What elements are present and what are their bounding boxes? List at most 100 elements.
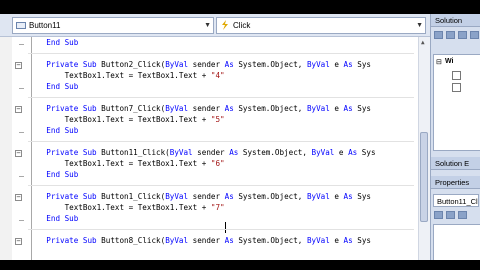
keyword-token: ByVal xyxy=(306,60,330,69)
code-token: Sys xyxy=(352,192,371,201)
keyword-token: ByVal xyxy=(311,148,335,157)
code-token: System.Object, xyxy=(233,104,307,113)
string-token: "4" xyxy=(210,71,225,80)
keyword-token: ByVal xyxy=(165,104,189,113)
properties-title: Properties xyxy=(431,176,480,189)
file-icon[interactable] xyxy=(452,83,461,92)
categorized-icon[interactable] xyxy=(434,211,443,219)
code-token: System.Object, xyxy=(233,236,307,245)
code-token: Button7_Click( xyxy=(101,104,166,113)
keyword-token: As xyxy=(343,192,353,201)
code-line[interactable]: TextBox1.Text = TextBox1.Text + "7" xyxy=(28,203,225,213)
code-token: Button11_Click( xyxy=(101,148,170,157)
code-token: Button2_Click( xyxy=(101,60,166,69)
editor-gutter xyxy=(0,37,12,260)
code-line[interactable]: Private Sub Button11_Click(ByVal sender … xyxy=(28,148,376,158)
event-combo-value: Click xyxy=(233,21,251,30)
chevron-down-icon[interactable]: ▼ xyxy=(416,18,423,33)
properties-title-text: Properties xyxy=(435,178,470,187)
object-combo-value: Button11 xyxy=(29,21,61,30)
code-line[interactable]: End Sub xyxy=(28,38,78,48)
code-editor[interactable]: End Sub Private Sub Button2_Click(ByVal … xyxy=(0,37,418,260)
outline-end-tick xyxy=(19,88,24,89)
event-combo[interactable]: Click ▼ xyxy=(216,17,426,34)
keyword-token: ByVal xyxy=(306,104,330,113)
code-token: System.Object, xyxy=(238,148,312,157)
collapse-icon[interactable]: − xyxy=(15,150,22,157)
toolbar-button-icon[interactable] xyxy=(434,31,443,39)
properties-object-selector[interactable]: Button11_Click xyxy=(433,194,479,207)
solution-explorer-tab[interactable]: Solution E xyxy=(431,157,480,170)
code-line[interactable]: Private Sub Button7_Click(ByVal sender A… xyxy=(28,104,371,114)
tree-expander-icon[interactable]: ⊟ xyxy=(436,58,442,66)
code-token: e xyxy=(329,104,344,113)
events-icon[interactable] xyxy=(458,211,467,219)
code-token: Sys xyxy=(352,236,371,245)
alphabetical-icon[interactable] xyxy=(446,211,455,219)
object-combo[interactable]: Button11 ▼ xyxy=(12,17,214,34)
property-grid[interactable] xyxy=(433,224,480,260)
keyword-token: Private Sub xyxy=(46,148,102,157)
scroll-up-icon[interactable]: ▲ xyxy=(421,39,425,46)
toolbar-button-icon[interactable] xyxy=(458,31,467,39)
code-line[interactable]: TextBox1.Text = TextBox1.Text + "6" xyxy=(28,159,225,169)
code-token: sender xyxy=(188,60,225,69)
keyword-token: ByVal xyxy=(306,236,330,245)
code-token: System.Object, xyxy=(233,60,307,69)
keyword-token: End Sub xyxy=(46,170,79,179)
keyword-token: As xyxy=(229,148,239,157)
file-icon[interactable] xyxy=(452,71,461,80)
ide-window: Button11 ▼ Click ▼ End Sub Private Sub B… xyxy=(0,14,480,260)
keyword-token: ByVal xyxy=(165,60,189,69)
vertical-scrollbar[interactable]: ▲ xyxy=(418,37,430,260)
keyword-token: ByVal xyxy=(169,148,193,157)
toolbar-button-icon[interactable] xyxy=(446,31,455,39)
code-line[interactable]: End Sub xyxy=(28,214,78,224)
string-token: "7" xyxy=(210,203,225,212)
code-line[interactable]: End Sub xyxy=(28,82,78,92)
code-line[interactable]: End Sub xyxy=(28,126,78,136)
solution-tree: ⊟ Wi xyxy=(433,54,480,151)
keyword-token: ByVal xyxy=(165,236,189,245)
chevron-down-icon[interactable]: ▼ xyxy=(204,18,211,33)
code-token: Sys xyxy=(352,104,371,113)
keyword-token: As xyxy=(343,104,353,113)
collapse-icon[interactable]: − xyxy=(15,62,22,69)
code-line[interactable]: Private Sub Button2_Click(ByVal sender A… xyxy=(28,60,371,70)
code-line[interactable]: TextBox1.Text = TextBox1.Text + "5" xyxy=(28,115,225,125)
procedure-separator xyxy=(28,229,414,230)
code-line[interactable]: Private Sub Button8_Click(ByVal sender A… xyxy=(28,236,371,246)
tree-item-project[interactable]: Wi xyxy=(445,58,454,65)
keyword-token: End Sub xyxy=(46,214,79,223)
code-line[interactable]: Private Sub Button1_Click(ByVal sender A… xyxy=(28,192,371,202)
code-token: sender xyxy=(188,104,225,113)
code-token: Button1_Click( xyxy=(101,192,166,201)
code-token: Sys xyxy=(352,60,371,69)
string-token: "5" xyxy=(210,115,225,124)
collapse-icon[interactable]: − xyxy=(15,106,22,113)
code-token: Sys xyxy=(357,148,376,157)
code-line[interactable]: End Sub xyxy=(28,170,78,180)
scrollbar-thumb[interactable] xyxy=(420,132,428,222)
procedure-separator xyxy=(28,97,414,98)
code-line[interactable]: TextBox1.Text = TextBox1.Text + "4" xyxy=(28,71,225,81)
lightning-event-icon xyxy=(220,20,230,30)
code-token: TextBox1.Text = TextBox1.Text + xyxy=(64,115,211,124)
keyword-token: Private Sub xyxy=(46,192,102,201)
outline-end-tick xyxy=(19,132,24,133)
code-token: TextBox1.Text = TextBox1.Text + xyxy=(64,203,211,212)
keyword-token: ByVal xyxy=(165,192,189,201)
code-token: e xyxy=(329,192,344,201)
code-token: TextBox1.Text = TextBox1.Text + xyxy=(64,159,211,168)
collapse-icon[interactable]: − xyxy=(15,194,22,201)
toolbar-button-icon[interactable] xyxy=(470,31,479,39)
collapse-icon[interactable]: − xyxy=(15,238,22,245)
solution-explorer-title: Solution xyxy=(431,14,480,27)
